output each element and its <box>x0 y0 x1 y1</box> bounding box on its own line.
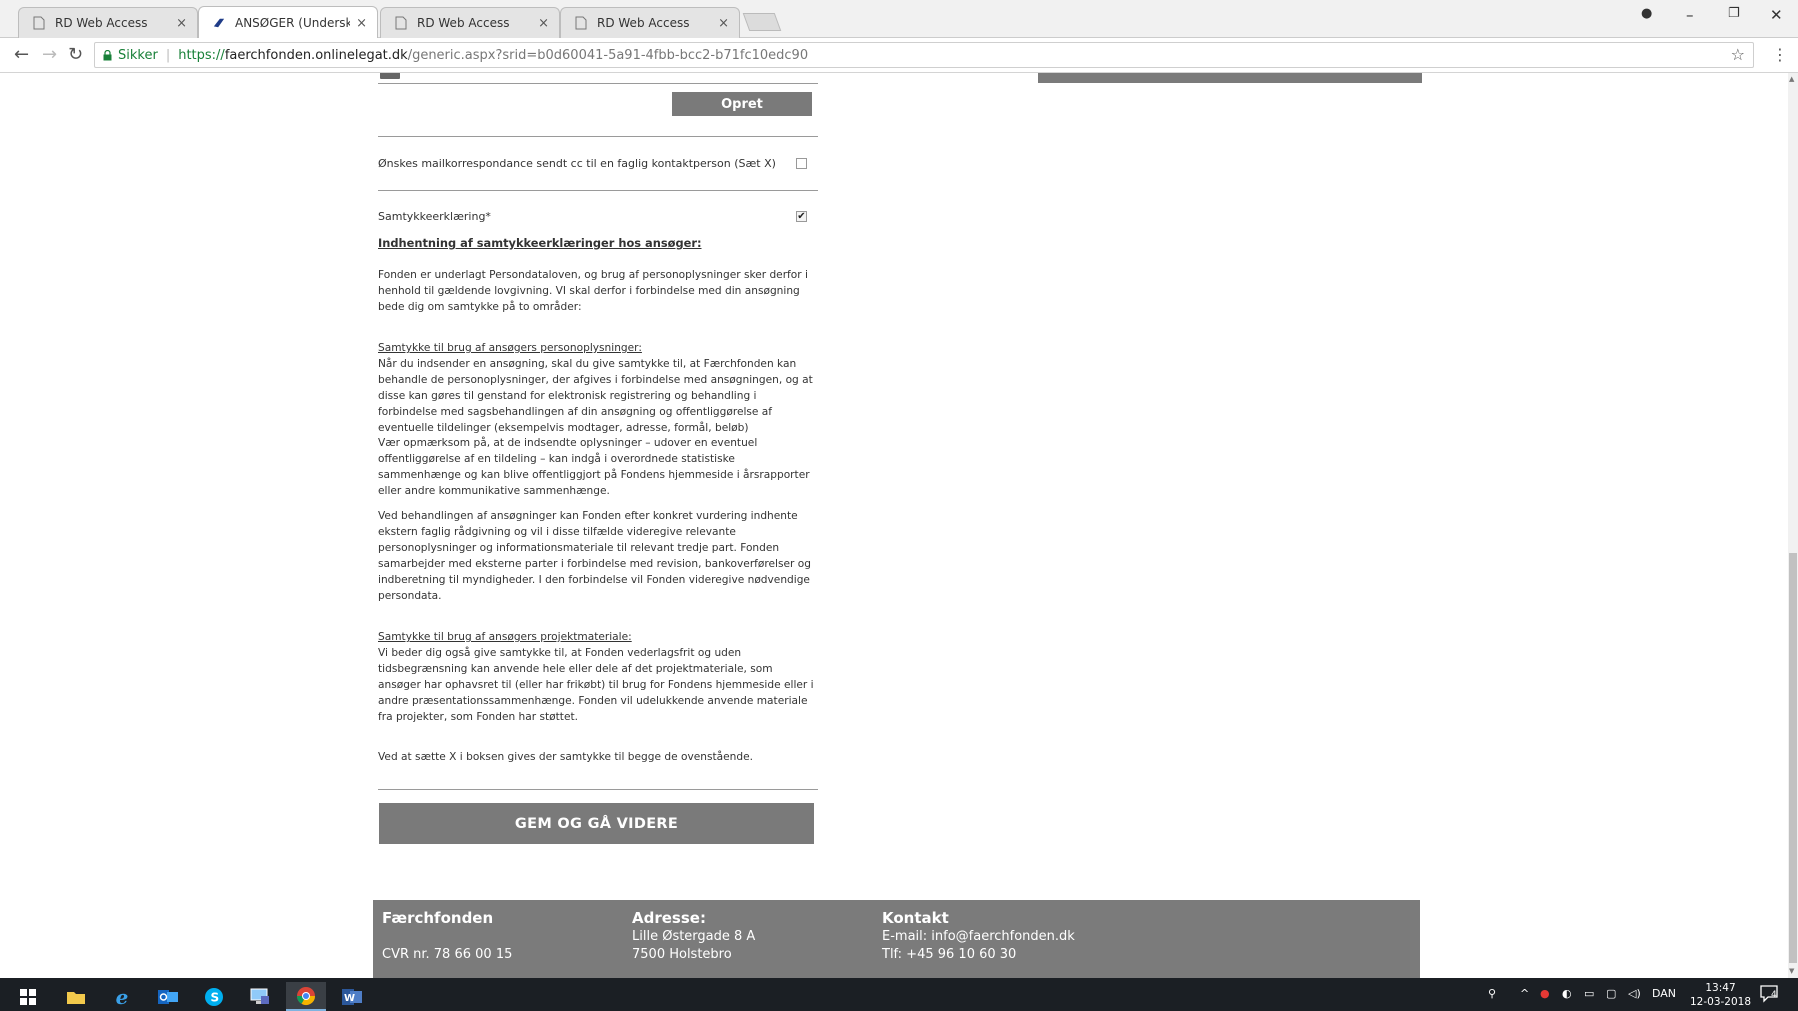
tab-rd-web-access-1[interactable]: RD Web Access × <box>18 7 198 38</box>
bookmark-star-icon[interactable]: ☆ <box>1731 45 1745 64</box>
footer-address-column: Adresse: Lille Østergade 8 A 7500 Holste… <box>632 908 755 964</box>
attachment-icon <box>380 73 400 79</box>
display-icon[interactable]: ▢ <box>1606 987 1616 1000</box>
tab-title: RD Web Access <box>597 16 690 30</box>
browser-menu-icon[interactable]: ⋮ <box>1772 45 1788 64</box>
tab-rd-web-access-3[interactable]: RD Web Access × <box>560 7 740 38</box>
clock-time: 13:47 <box>1705 982 1736 994</box>
tab-close-icon[interactable]: × <box>176 16 187 31</box>
chrome-icon[interactable] <box>286 982 326 1011</box>
volume-icon[interactable]: ◁) <box>1628 987 1641 1000</box>
browser-tab-strip: RD Web Access × ANSØGER (Underskriver) ×… <box>0 0 1798 39</box>
consent-title: Indhentning af samtykkeerklæringer hos a… <box>378 236 702 250</box>
footer-street: Lille Østergade 8 A <box>632 929 756 944</box>
divider <box>378 136 818 137</box>
people-icon[interactable]: ⚲ <box>1488 987 1496 1000</box>
save-and-continue-button[interactable]: GEM OG GÅ VIDERE <box>379 803 814 844</box>
minimize-icon[interactable]: – <box>1686 6 1694 24</box>
skype-icon[interactable]: S <box>194 982 234 1011</box>
close-window-icon[interactable]: ✕ <box>1770 6 1783 24</box>
browser-toolbar: ← → ↻ Sikker | https:// faerchfonden.onl… <box>0 38 1798 73</box>
consent-intro: Fonden er underlagt Persondataloven, og … <box>378 269 808 313</box>
bird-favicon-icon <box>213 18 225 28</box>
reload-icon[interactable]: ↻ <box>68 44 83 65</box>
svg-text:S: S <box>211 990 220 1004</box>
project-material-text: Vi beder dig også give samtykke til, at … <box>378 647 814 723</box>
consent-label: Samtykkeerklæring* <box>378 210 491 223</box>
scroll-down-icon[interactable]: ▼ <box>1789 967 1794 975</box>
consent-final-note: Ved at sætte X i boksen gives der samtyk… <box>378 751 753 763</box>
secure-label: Sikker <box>118 47 158 63</box>
action-center-icon[interactable]: 4 <box>1760 985 1780 1003</box>
cc-checkbox[interactable] <box>796 158 807 169</box>
personal-data-text: Når du indsender en ansøgning, skal du g… <box>378 358 813 434</box>
tab-close-icon[interactable]: × <box>718 16 729 31</box>
internet-explorer-icon[interactable]: e <box>102 982 142 1011</box>
address-bar[interactable]: Sikker | https:// faerchfonden.onlineleg… <box>94 42 1754 68</box>
network-icon[interactable]: ◐ <box>1562 987 1572 1000</box>
language-indicator[interactable]: DAN <box>1652 987 1676 1000</box>
personal-data-note: Vær opmærksom på, at de indsendte oplysn… <box>378 437 810 497</box>
scroll-up-icon[interactable]: ▲ <box>1789 75 1794 83</box>
page-icon <box>395 16 407 30</box>
page-content: Opret Ønskes mailkorrespondance sendt cc… <box>0 73 1788 978</box>
tab-title: ANSØGER (Underskriver) <box>235 16 351 30</box>
footer-cvr: CVR nr. 78 66 00 15 <box>382 947 513 962</box>
footer: Færchfonden CVR nr. 78 66 00 15 Adresse:… <box>373 900 1420 978</box>
tab-close-icon[interactable]: × <box>538 16 549 31</box>
back-icon[interactable]: ← <box>14 44 29 65</box>
divider <box>378 190 818 191</box>
project-material-heading: Samtykke til brug af ansøgers projektmat… <box>378 631 632 643</box>
windows-taskbar: e S W ⚲ ^ ● ◐ ▭ ▢ ◁) DAN 13:47 12-03-201… <box>0 978 1798 1011</box>
clock-date: 12-03-2018 <box>1690 996 1752 1008</box>
address-separator: | <box>165 47 171 63</box>
personal-data-heading: Samtykke til brug af ansøgers personoply… <box>378 342 642 354</box>
tab-title: RD Web Access <box>417 16 510 30</box>
page-scrollbar[interactable]: ▲ ▼ <box>1788 73 1798 978</box>
word-icon[interactable]: W <box>332 982 372 1011</box>
taskbar-clock[interactable]: 13:47 12-03-2018 <box>1690 981 1751 1009</box>
page-icon <box>33 16 45 30</box>
tab-title: RD Web Access <box>55 16 148 30</box>
outlook-icon[interactable] <box>148 982 188 1011</box>
processing-text: Ved behandlingen af ansøgninger kan Fond… <box>378 510 811 602</box>
footer-org-name: Færchfonden <box>382 909 494 927</box>
url-path: /generic.aspx?srid=b0d60041-5a91-4fbb-bc… <box>407 47 809 63</box>
file-explorer-icon[interactable] <box>56 982 96 1011</box>
lock-icon <box>103 49 112 60</box>
url-host: faerchfonden.onlinelegat.dk <box>224 47 408 63</box>
tab-rd-web-access-2[interactable]: RD Web Access × <box>380 7 560 38</box>
consent-checkbox[interactable]: ✔ <box>796 211 807 222</box>
footer-city: 7500 Holstebro <box>632 947 732 962</box>
divider <box>378 83 818 84</box>
footer-org-column: Færchfonden CVR nr. 78 66 00 15 <box>382 908 512 964</box>
footer-contact-heading: Kontakt <box>882 909 949 927</box>
notification-count: 4 <box>1771 990 1777 1000</box>
scroll-thumb[interactable] <box>1789 553 1797 963</box>
tab-ansoger[interactable]: ANSØGER (Underskriver) × <box>198 6 378 39</box>
footer-email[interactable]: E-mail: info@faerchfonden.dk <box>882 928 1075 946</box>
page-icon <box>575 16 587 30</box>
footer-contact-column: Kontakt E-mail: info@faerchfonden.dk Tlf… <box>882 908 1075 964</box>
footer-phone: Tlf: +45 96 10 60 30 <box>882 947 1017 962</box>
tray-app-icon[interactable]: ● <box>1540 987 1550 1000</box>
url-scheme: https:// <box>178 47 225 63</box>
tray-chevron-icon[interactable]: ^ <box>1520 987 1529 1000</box>
profile-icon[interactable]: ● <box>1641 6 1652 21</box>
remote-desktop-icon[interactable] <box>240 982 280 1011</box>
svg-text:W: W <box>344 993 355 1004</box>
forward-icon[interactable]: → <box>42 44 57 65</box>
divider <box>378 789 818 790</box>
battery-icon[interactable]: ▭ <box>1584 987 1594 1000</box>
footer-address-heading: Adresse: <box>632 909 706 927</box>
cc-label: Ønskes mailkorrespondance sendt cc til e… <box>378 157 776 170</box>
new-tab-button[interactable] <box>742 13 782 31</box>
windows-start-icon[interactable] <box>8 982 48 1011</box>
sidebar-grey-bar <box>1038 73 1422 83</box>
tab-close-icon[interactable]: × <box>356 16 367 31</box>
restore-icon[interactable]: ❐ <box>1728 6 1740 21</box>
create-button[interactable]: Opret <box>672 92 812 116</box>
